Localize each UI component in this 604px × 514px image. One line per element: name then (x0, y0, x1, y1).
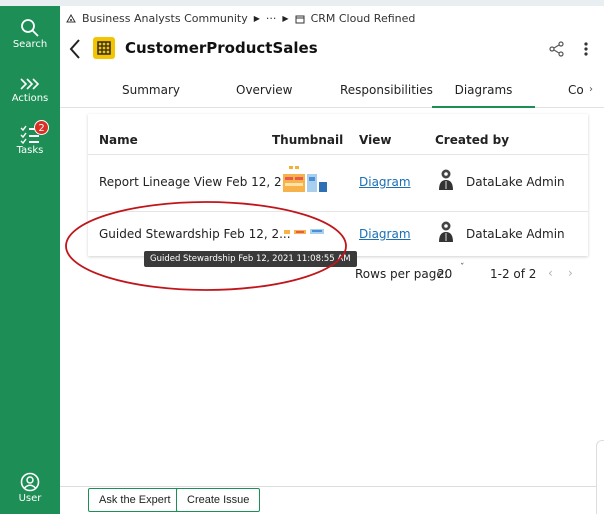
table-asset-icon (93, 37, 115, 59)
annotation-oval (65, 201, 347, 291)
ask-the-expert-button[interactable]: Ask the Expert (88, 488, 182, 512)
tabs-scroll-right-icon[interactable]: › (589, 84, 593, 95)
column-header-thumbnail: Thumbnail (272, 133, 344, 147)
side-panel-edge (596, 440, 604, 514)
search-icon (21, 19, 39, 37)
column-header-view: View (359, 133, 392, 147)
rail-user-label: User (18, 493, 42, 504)
left-rail: Search Actions 2 Tasks User (0, 6, 60, 514)
tab-summary[interactable]: Summary (122, 72, 180, 108)
breadcrumb: Business Analysts Community ▶ ··· ▶ CRM … (66, 12, 415, 25)
breadcrumb-ellipsis[interactable]: ··· (266, 12, 277, 25)
column-header-created-by[interactable]: Created by (435, 133, 509, 147)
pagination-range: 1-2 of 2 (490, 267, 537, 281)
tab-responsibilities[interactable]: Responsibilities (340, 72, 433, 108)
breadcrumb-community[interactable]: Business Analysts Community (82, 12, 248, 25)
row-1-created-by: DataLake Admin (466, 175, 565, 189)
breadcrumb-separator-icon: ▶ (253, 14, 260, 23)
rail-tasks[interactable]: 2 Tasks (0, 120, 60, 156)
column-header-name[interactable]: Name (99, 133, 138, 147)
tab-bar: Summary Overview Responsibilities Diagra… (60, 72, 604, 108)
tasks-badge: 2 (34, 120, 49, 135)
row-1-thumbnail[interactable] (283, 165, 327, 195)
tab-co[interactable]: Co (568, 72, 584, 108)
row-2-diagram-link[interactable]: Diagram (359, 227, 411, 241)
previous-page-icon[interactable]: ‹ (548, 266, 553, 280)
row-2-admin-avatar-icon (439, 221, 453, 242)
row-2-created-by: DataLake Admin (466, 227, 565, 241)
top-strip (0, 0, 604, 6)
back-arrow-icon[interactable] (66, 37, 86, 61)
community-icon (66, 13, 76, 22)
chevrons-right-icon (20, 78, 40, 90)
rail-search-label: Search (12, 39, 48, 50)
rail-tasks-label: Tasks (16, 145, 44, 156)
domain-icon (295, 15, 305, 23)
header-divider (88, 154, 588, 155)
rail-actions[interactable]: Actions (0, 76, 60, 104)
share-icon[interactable] (548, 40, 566, 58)
rows-per-page-caret-icon[interactable]: ˇ (460, 263, 465, 273)
breadcrumb-separator-icon: ▶ (282, 14, 289, 23)
rows-per-page-select[interactable]: 20 (437, 267, 452, 281)
next-page-icon[interactable]: › (568, 266, 573, 280)
tab-diagrams[interactable]: Diagrams (432, 72, 535, 108)
create-issue-button[interactable]: Create Issue (176, 488, 261, 512)
rail-user[interactable]: User (0, 472, 60, 504)
rows-per-page-label: Rows per page: (355, 267, 448, 281)
row-1-diagram-link[interactable]: Diagram (359, 175, 411, 189)
rail-actions-label: Actions (11, 93, 49, 104)
breadcrumb-domain[interactable]: CRM Cloud Refined (311, 12, 416, 25)
more-options-icon[interactable] (580, 40, 592, 58)
row-1-admin-avatar-icon (439, 169, 453, 190)
page-title: CustomerProductSales (125, 39, 318, 57)
row-1-name[interactable]: Report Lineage View Feb 12, 2... (99, 175, 293, 189)
rail-search[interactable]: Search (0, 18, 60, 50)
user-icon (20, 472, 40, 492)
tab-overview[interactable]: Overview (236, 72, 293, 108)
